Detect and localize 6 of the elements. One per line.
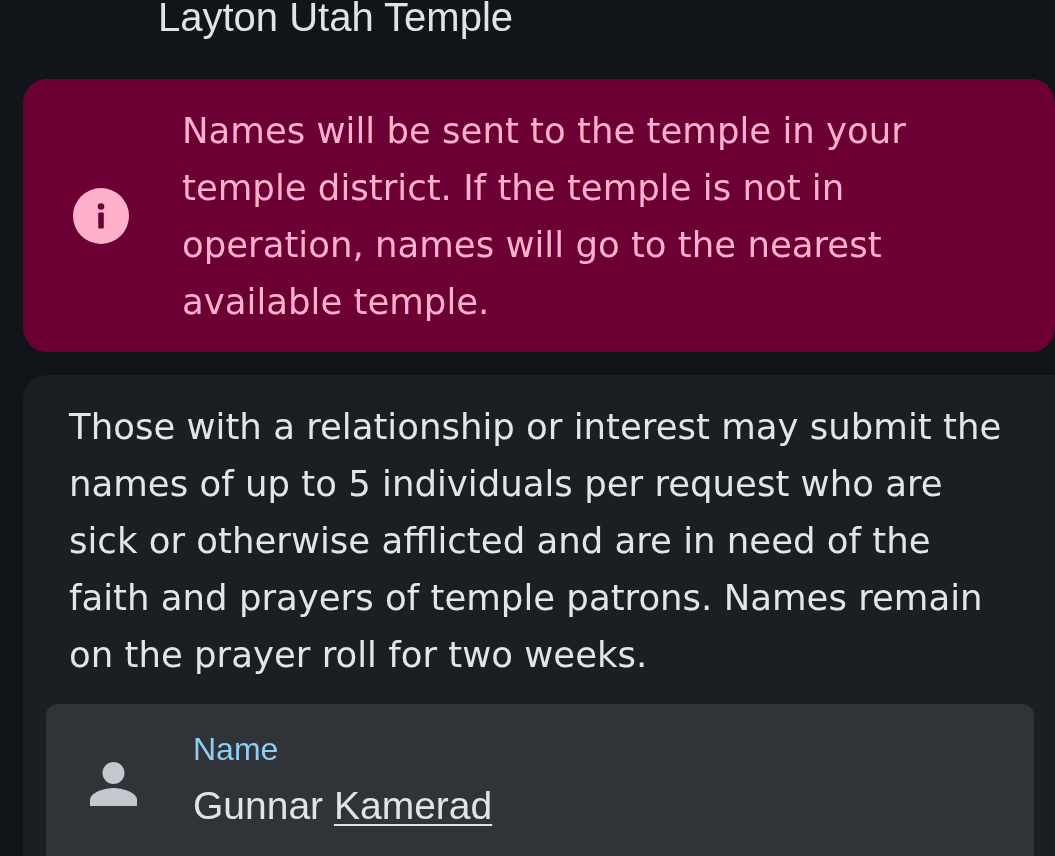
person-icon bbox=[90, 762, 137, 806]
description-text: Those with a relationship or interest may submit the names of up to 5 individuals per request who are sick or otherwise afflicted and are in need of the faith and prayers of temple patrons. Names remain on the prayer roll for two weeks. bbox=[69, 405, 1003, 677]
info-icon bbox=[73, 188, 129, 244]
notice-text: Names will be sent to the temple in your temple district. If the temple is not in operation, names will go to the nearest available temple. bbox=[182, 109, 907, 324]
name-input-field[interactable]: Name Gunnar Kamerad bbox=[46, 704, 1034, 856]
page-title: Layton Utah Temple bbox=[158, 0, 514, 37]
